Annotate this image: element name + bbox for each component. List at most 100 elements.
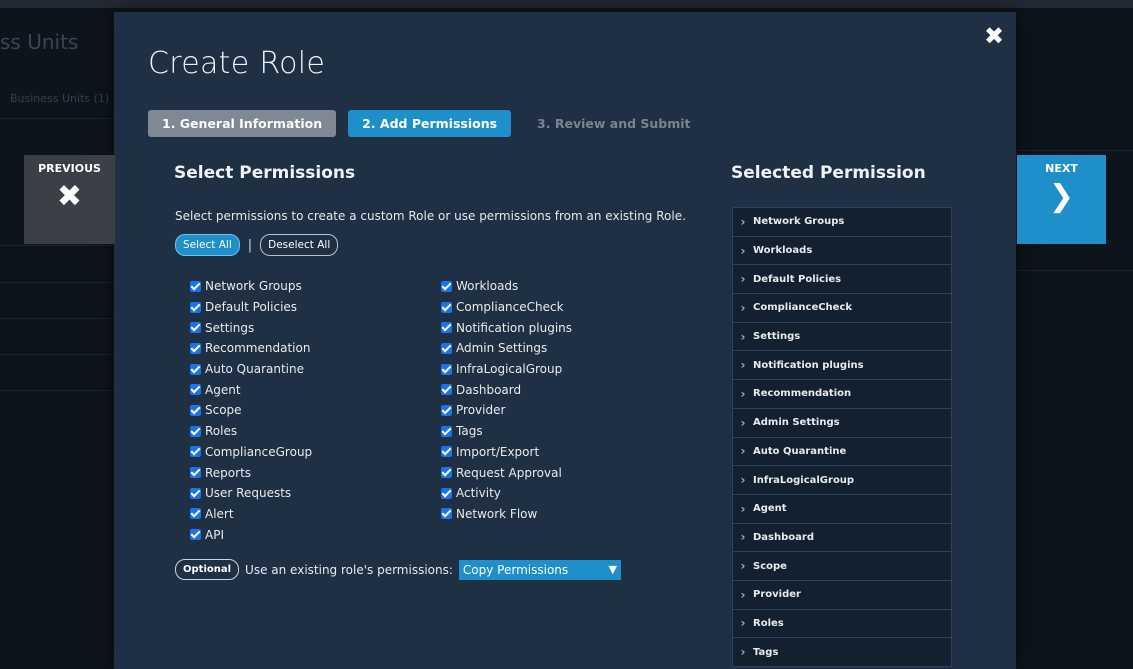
selected-permission-label: Network Groups (753, 216, 845, 228)
checkbox[interactable] (190, 301, 201, 313)
next-button[interactable]: NEXT ❯ (1017, 155, 1106, 244)
checkbox[interactable] (441, 322, 452, 334)
permission-checkbox-item[interactable]: Auto Quarantine (190, 359, 312, 380)
selected-permission-item[interactable]: › Roles (732, 608, 952, 638)
permission-label: Network Flow (456, 506, 538, 521)
permission-checkbox-item[interactable]: Admin Settings (441, 338, 572, 359)
permission-checkbox-item[interactable]: Import/Export (441, 442, 572, 463)
previous-label: PREVIOUS (38, 162, 101, 175)
selected-permission-item[interactable]: › Recommendation (732, 379, 952, 408)
permission-checkbox-item[interactable]: ComplianceGroup (190, 442, 312, 463)
previous-button[interactable]: PREVIOUS ✖ (24, 155, 115, 244)
permission-label: Default Policies (205, 300, 298, 315)
background-divider (1016, 150, 1133, 151)
permission-checkbox-item[interactable]: Dashboard (441, 379, 572, 400)
checkbox[interactable] (441, 363, 452, 375)
checkbox[interactable] (441, 487, 452, 499)
background-divider (0, 118, 115, 119)
selected-permission-item[interactable]: › Default Policies (732, 264, 952, 294)
selected-permission-label: Default Policies (753, 273, 842, 285)
permission-checkbox-item[interactable]: Alert (190, 504, 312, 525)
selected-permission-item[interactable]: › Dashboard (732, 522, 952, 552)
checkbox[interactable] (190, 446, 201, 458)
select-permissions-description: Select permissions to create a custom Ro… (175, 209, 686, 223)
permission-checkbox-item[interactable]: Network Flow (441, 504, 572, 525)
permission-checkbox-item[interactable]: Recommendation (190, 338, 312, 359)
selected-permission-item[interactable]: › Provider (732, 579, 952, 609)
background-divider (0, 390, 115, 391)
close-icon: ✖ (56, 179, 83, 214)
permission-checkbox-item[interactable]: Network Groups (190, 276, 312, 297)
checkbox[interactable] (190, 508, 201, 520)
checkbox[interactable] (190, 342, 201, 354)
checkbox[interactable] (190, 322, 201, 334)
checkbox[interactable] (190, 467, 201, 479)
permission-label: Activity (456, 486, 501, 501)
step-add-permissions[interactable]: 2. Add Permissions (348, 110, 512, 137)
selected-permission-item[interactable]: › Scope (732, 551, 952, 580)
background-divider (1016, 270, 1133, 271)
selected-permission-item[interactable]: › Notification plugins (732, 350, 952, 380)
checkbox[interactable] (190, 529, 201, 541)
permission-label: Tags (456, 424, 483, 439)
permission-checkbox-item[interactable]: Default Policies (190, 297, 312, 318)
permission-checkbox-item[interactable]: Request Approval (441, 462, 572, 483)
permission-label: Roles (205, 424, 238, 439)
checkbox[interactable] (190, 487, 201, 499)
permission-checkbox-item[interactable]: InfraLogicalGroup (441, 359, 572, 380)
permission-checkbox-item[interactable]: Activity (441, 483, 572, 504)
close-icon[interactable]: ✖ (984, 24, 1004, 48)
chevron-down-icon: ▼ (608, 562, 617, 576)
selected-permission-item[interactable]: › InfraLogicalGroup (732, 465, 952, 494)
checkbox[interactable] (190, 363, 201, 375)
selection-buttons: Select All | Deselect All (175, 234, 339, 256)
selected-permission-item[interactable]: › Network Groups (732, 207, 952, 236)
selected-permission-item[interactable]: › Tags (732, 637, 952, 667)
checkbox[interactable] (190, 404, 201, 416)
selected-permission-item[interactable]: › Agent (732, 493, 952, 523)
permission-label: Admin Settings (456, 341, 548, 356)
selected-permission-item[interactable]: › Workloads (732, 235, 952, 265)
permission-checkbox-item[interactable]: User Requests (190, 483, 312, 504)
selected-permission-item[interactable]: › Admin Settings (732, 407, 952, 437)
permission-checkbox-item[interactable]: Roles (190, 421, 312, 442)
checkbox[interactable] (441, 425, 452, 437)
step-review-and-submit[interactable]: 3. Review and Submit (523, 110, 704, 137)
permission-checkbox-item[interactable]: Agent (190, 379, 312, 400)
permission-checkbox-item[interactable]: Settings (190, 317, 312, 338)
checkbox[interactable] (441, 404, 452, 416)
checkbox[interactable] (441, 508, 452, 520)
permission-checkbox-item[interactable]: Reports (190, 462, 312, 483)
permission-checkbox-item[interactable]: Tags (441, 421, 572, 442)
permission-label: Recommendation (205, 341, 311, 356)
wizard-steps: 1. General Information 2. Add Permission… (148, 110, 705, 137)
step-general-information[interactable]: 1. General Information (148, 110, 337, 137)
permission-checkbox-item[interactable]: Scope (190, 400, 312, 421)
checkbox[interactable] (441, 446, 452, 458)
selected-permission-item[interactable]: › ComplianceCheck (732, 293, 952, 322)
chevron-right-icon: › (740, 243, 746, 258)
permission-checkbox-item[interactable]: Notification plugins (441, 317, 572, 338)
permission-checkbox-item[interactable]: Workloads (441, 276, 572, 297)
copy-permissions-select[interactable]: Copy Permissions ▼ (458, 559, 621, 580)
checkbox[interactable] (441, 342, 452, 354)
permission-checkbox-item[interactable]: ComplianceCheck (441, 297, 572, 318)
checkbox[interactable] (441, 384, 452, 396)
permission-checkbox-item[interactable]: Provider (441, 400, 572, 421)
permission-checkbox-item[interactable]: API (190, 524, 312, 545)
checkbox[interactable] (190, 384, 201, 396)
checkbox[interactable] (441, 301, 452, 313)
permission-label: User Requests (205, 486, 292, 501)
checkbox[interactable] (441, 467, 452, 479)
checkbox[interactable] (190, 280, 201, 292)
chevron-right-icon: › (740, 214, 746, 229)
deselect-all-button[interactable]: Deselect All (260, 234, 339, 256)
permission-label: Request Approval (456, 465, 562, 480)
checkbox[interactable] (190, 425, 201, 437)
selected-permission-label: Workloads (753, 245, 813, 257)
checkbox[interactable] (441, 280, 452, 292)
selected-permission-item[interactable]: › Settings (732, 321, 952, 351)
chevron-right-icon: › (740, 473, 746, 488)
selected-permission-item[interactable]: › Auto Quarantine (732, 436, 952, 466)
select-all-button[interactable]: Select All (175, 234, 240, 256)
